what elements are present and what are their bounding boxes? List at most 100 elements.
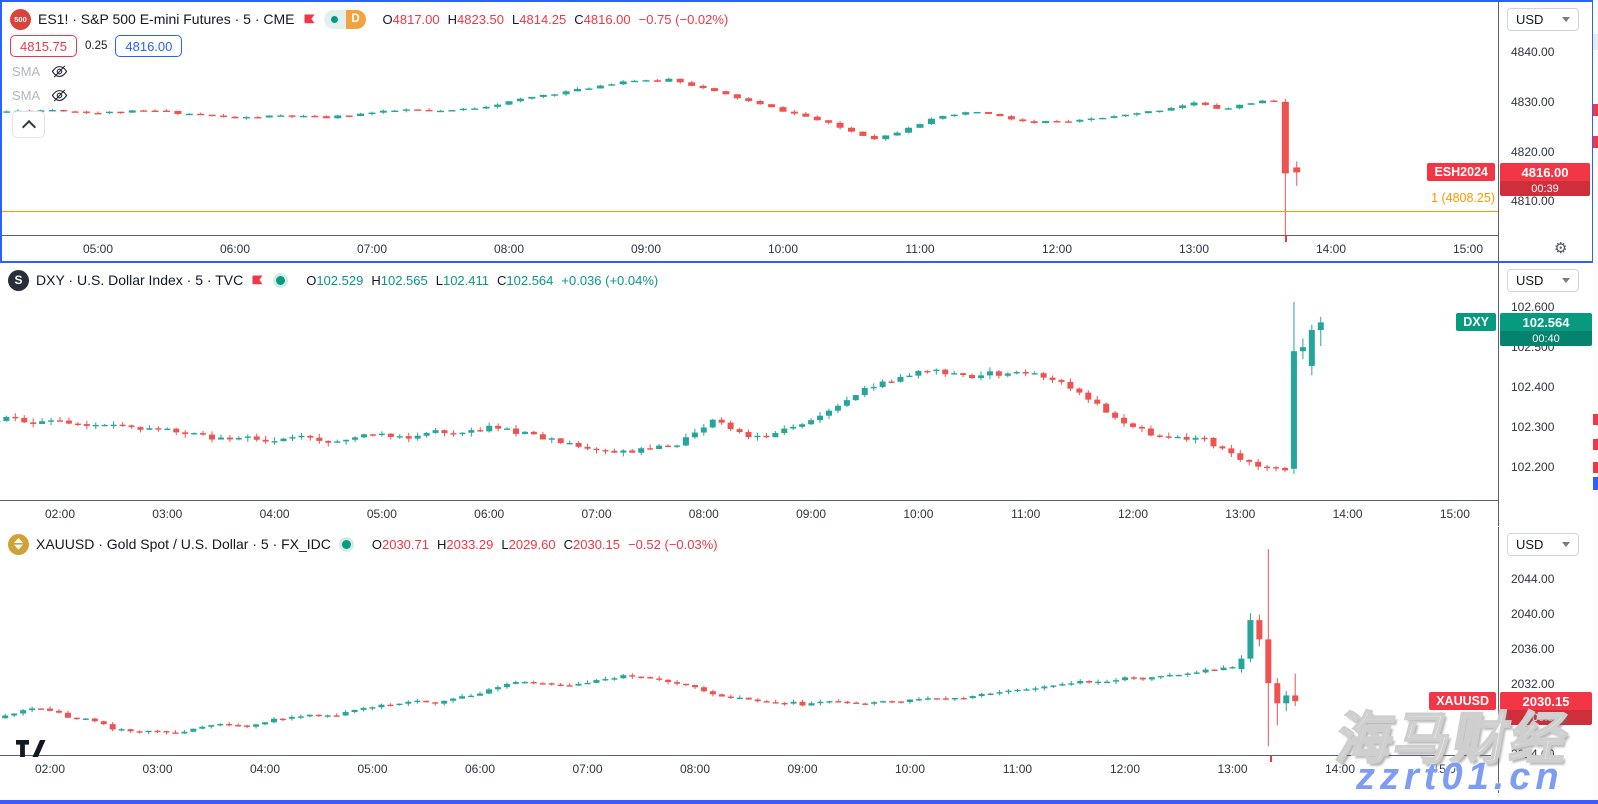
eye-hidden-icon[interactable] [51,87,68,104]
time-axis[interactable]: 02:0003:0004:0005:0006:0007:0008:0009:00… [0,500,1593,527]
chevron-down-icon [1562,17,1570,22]
eye-hidden-icon[interactable] [51,63,68,80]
sp500-logo-icon: 500 [10,9,31,30]
time-axis[interactable]: 05:0006:0007:0008:0009:0010:0011:0012:00… [2,235,1591,260]
contract-badge: ESH2024 [1427,163,1495,181]
delayed-data-badge: D [346,10,366,29]
close-value: 4816.00 [584,12,631,27]
price-tick-label: 2032.00 [1511,677,1554,691]
es-candlestick-chart[interactable] [2,2,1498,235]
time-tick-label: 06:00 [464,507,514,521]
sell-button[interactable]: 4815.75 [10,35,77,57]
symbol-header: XAUUSD · Gold Spot / U.S. Dollar · 5 · F… [8,533,718,555]
price-tick-label: 4810.00 [1511,194,1554,208]
price-scale[interactable]: USD 102.564 00:40 102.600102.500102.4001… [1498,263,1594,526]
window-bottom-edge [0,800,1598,804]
high-value: 2033.29 [446,537,493,552]
time-tick-label: 12:00 [1100,762,1150,776]
ohlc-readout: O2030.71 H2033.29 L2029.60 C2030.15 −0.5… [372,537,718,552]
current-bar-marker [1270,756,1272,762]
time-tick-label: 13:00 [1215,507,1265,521]
time-tick-label: 08:00 [670,762,720,776]
time-tick-label: 11:00 [895,242,945,256]
currency-dropdown[interactable]: USD [1507,533,1579,556]
close-value: 2030.15 [573,537,620,552]
time-tick-label: 11:00 [1001,507,1051,521]
gold-logo-icon [8,534,29,555]
currency-dropdown[interactable]: USD [1507,8,1579,31]
window-edge-mark [1593,414,1598,425]
current-bar-marker [1285,236,1287,242]
high-value: 102.565 [381,273,428,288]
window-edge-mark [1593,477,1598,490]
bar-countdown: 00:39 [1500,181,1590,196]
time-tick-label: 15:00 [1430,507,1480,521]
time-tick-label: 05:00 [348,762,398,776]
symbol-title[interactable]: DXY · U.S. Dollar Index · 5 · TVC [36,272,243,288]
change-value: −0.75 (−0.02%) [639,12,729,27]
price-tick-label: 2040.00 [1511,607,1554,621]
indicator-row-sma-1: SMA [12,63,68,80]
change-value: −0.52 (−0.03%) [628,537,718,552]
dxy-candlestick-chart[interactable] [0,265,1498,500]
time-tick-label: 11:00 [993,762,1043,776]
market-open-dot-icon [342,540,351,549]
time-tick-label: 07:00 [572,507,622,521]
symbol-title[interactable]: XAUUSD · Gold Spot / U.S. Dollar · 5 · F… [36,536,331,552]
price-tick-label: 102.200 [1511,460,1554,474]
time-tick-label: 12:00 [1032,242,1082,256]
low-value: 102.411 [443,273,489,288]
time-tick-label: 09:00 [786,507,836,521]
chevron-down-icon [1562,542,1570,547]
tradingview-multichart-window: 1 (4808.25) 500 ES1! · S&P 500 E-mini Fu… [0,0,1598,804]
last-price-badge: 102.564 00:40 [1500,313,1592,346]
time-tick-label: 09:00 [778,762,828,776]
price-level-label: 1 (4808.25) [1431,191,1495,205]
dxy-logo-icon: S [8,270,29,291]
time-tick-label: 07:00 [563,762,613,776]
price-tick-label: 102.300 [1511,420,1554,434]
time-tick-label: 06:00 [455,762,505,776]
time-tick-label: 04:00 [240,762,290,776]
symbol-title[interactable]: ES1! · S&P 500 E-mini Futures · 5 · CME [38,11,295,27]
time-tick-label: 05:00 [357,507,407,521]
flag-icon[interactable] [250,273,265,288]
time-tick-label: 08:00 [679,507,729,521]
flag-icon[interactable] [302,12,317,27]
bar-countdown: 00:40 [1500,331,1592,346]
window-edge-strip [1593,0,1598,804]
tradingview-logo[interactable] [16,740,46,757]
gear-settings-icon[interactable]: ⚙ [1554,241,1567,256]
open-value: 4817.00 [393,12,440,27]
time-tick-label: 13:00 [1208,762,1258,776]
time-tick-label: 05:00 [73,242,123,256]
market-status-pill[interactable]: D [324,10,366,29]
high-value: 4823.50 [457,12,504,27]
window-edge-mark [1593,104,1598,116]
collapse-panel-button[interactable] [12,111,45,138]
time-tick-label: 10:00 [885,762,935,776]
symbol-badge: DXY [1456,313,1496,331]
window-edge-mark [1593,439,1598,450]
ohlc-readout: O4817.00 H4823.50 L4814.25 C4816.00 −0.7… [383,12,729,27]
currency-dropdown[interactable]: USD [1507,269,1579,292]
price-tick-label: 4820.00 [1511,145,1554,159]
price-scale[interactable]: USD 4816.00 00:39 4840.004830.004820.004… [1498,2,1592,261]
symbol-header: S DXY · U.S. Dollar Index · 5 · TVC O102… [8,269,658,291]
buy-button[interactable]: 4816.00 [115,35,182,57]
time-tick-label: 15:00 [1443,242,1493,256]
window-edge-mark [1593,462,1598,473]
market-open-dot-icon [331,16,338,23]
xauusd-candlestick-chart[interactable] [0,529,1498,755]
chart-panel-dxy: S DXY · U.S. Dollar Index · 5 · TVC O102… [0,263,1593,527]
window-edge-mark [1593,136,1598,148]
chart-panel-es-futures: 1 (4808.25) 500 ES1! · S&P 500 E-mini Fu… [0,0,1593,263]
spread-value: 0.25 [85,40,107,52]
price-tick-label: 102.400 [1511,380,1554,394]
trade-buttons: 4815.75 0.25 4816.00 [10,35,182,57]
time-tick-label: 14:00 [1306,242,1356,256]
price-level-line[interactable] [2,211,1498,212]
low-value: 2029.60 [509,537,556,552]
time-tick-label: 10:00 [893,507,943,521]
time-tick-label: 08:00 [484,242,534,256]
